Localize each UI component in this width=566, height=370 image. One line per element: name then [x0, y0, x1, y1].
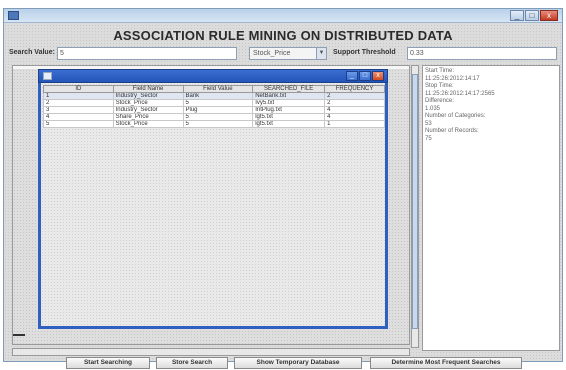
table-cell: 4 [43, 113, 114, 121]
log-panel: Start Time: 11:25:26:2012:14:17 Stop Tim… [422, 65, 560, 351]
table-row[interactable]: 4 Share_Price 5 lgt5.txt 4 [43, 113, 385, 121]
table-cell: Ivy5.txt [252, 99, 326, 107]
table-cell: 5 [182, 99, 254, 107]
table-cell: 5 [182, 120, 254, 128]
log-line: Stop Time: [425, 83, 454, 89]
maximize-button[interactable]: □ [525, 10, 539, 21]
app-icon [8, 11, 19, 20]
table-cell: lgt5.txt [252, 120, 326, 128]
table-cell: lgt5.txt [252, 113, 326, 121]
log-line: Number of Categories: [425, 113, 486, 119]
search-toolbar: Search Value: 5 Stock_Price ▼ Support Th… [7, 47, 559, 61]
log-line: 53 [425, 120, 432, 127]
dialog-title-bar: _ □ x [38, 69, 388, 83]
log-line: 75 [425, 135, 432, 142]
results-table: ID Field Name Field Value SEARCHED_FILE … [43, 85, 385, 128]
dialog-close-button[interactable]: x [372, 71, 384, 81]
table-cell: 5 [182, 113, 254, 121]
chevron-down-icon[interactable]: ▼ [316, 48, 326, 59]
start-searching-button[interactable]: Start Searching [66, 357, 150, 369]
determine-most-frequent-searches-button[interactable]: Determine Most Frequent Searches [370, 357, 522, 369]
table-cell: 1 [324, 120, 385, 128]
log-line: Difference: [425, 98, 454, 104]
search-label: Search Value: [9, 49, 55, 56]
column-header-field-name[interactable]: Field Name [112, 85, 184, 93]
search-input[interactable]: 5 [57, 47, 237, 60]
close-button[interactable]: x [540, 10, 558, 21]
vertical-scrollbar[interactable] [411, 65, 419, 348]
table-cell: Share_Price [112, 113, 184, 121]
store-search-button[interactable]: Store Search [156, 357, 228, 369]
field-select-value: Stock_Price [253, 50, 291, 57]
log-line: Start Time: [425, 68, 455, 74]
table-cell: Plug [182, 106, 254, 114]
table-cell: 2 [324, 92, 385, 100]
table-cell: 2 [324, 99, 385, 107]
table-row[interactable]: 3 Industry_Sector Plug IntPlug.txt 4 [43, 106, 385, 114]
field-select[interactable]: Stock_Price ▼ [249, 47, 327, 60]
app-title: ASSOCIATION RULE MINING ON DISTRIBUTED D… [113, 28, 453, 43]
table-cell: 5 [43, 120, 114, 128]
log-line: 1.035 [425, 105, 441, 112]
table-cell: Industry_Sector [112, 92, 184, 100]
column-header-frequency[interactable]: FREQUENCY [324, 85, 385, 93]
column-header-id[interactable]: ID [43, 85, 114, 93]
show-temporary-database-button[interactable]: Show Temporary Database [234, 357, 362, 369]
horizontal-scrollbar[interactable] [12, 348, 410, 356]
support-label: Support Threshold [333, 49, 396, 56]
column-header-field-value[interactable]: Field Value [182, 85, 254, 93]
table-cell: 3 [43, 106, 114, 114]
dialog-app-icon [43, 72, 52, 80]
table-row[interactable]: 1 Industry_Sector Bank NetBank.txt 2 [43, 92, 385, 100]
results-dialog: _ □ x ID Field Name Field Value SEARCHED… [38, 69, 388, 329]
table-cell: 4 [324, 106, 385, 114]
table-cell: 1 [43, 92, 114, 100]
table-cell: 4 [324, 113, 385, 121]
table-row[interactable]: 5 Stock_Price 5 lgt5.txt 1 [43, 120, 385, 128]
table-cell: IntPlug.txt [252, 106, 326, 114]
log-line: 11:25:26:2012:14:17 [425, 75, 480, 82]
support-threshold-input[interactable]: 0.33 [407, 47, 557, 60]
table-cell: Industry_Sector [112, 106, 184, 114]
log-line: 11:25:26:2012:14:17:2565 [425, 90, 495, 97]
table-cell: NetBank.txt [252, 92, 326, 100]
action-bar: Start Searching Store Search Show Tempor… [4, 356, 562, 370]
table-row[interactable]: 2 Stock_Price 5 Ivy5.txt 2 [43, 99, 385, 107]
table-cell: Bank [182, 92, 254, 100]
minimize-button[interactable]: _ [510, 10, 524, 21]
main-window: _ □ x ASSOCIATION RULE MINING ON DISTRIB… [3, 8, 563, 369]
title-bar: _ □ x [4, 9, 562, 23]
dialog-maximize-button[interactable]: □ [359, 71, 371, 81]
table-cell: 2 [43, 99, 114, 107]
scroll-thumb[interactable] [412, 74, 418, 329]
column-header-searched-file[interactable]: SEARCHED_FILE [252, 85, 326, 93]
table-cell: Stock_Price [112, 120, 184, 128]
table-cell: Stock_Price [112, 99, 184, 107]
dialog-minimize-button[interactable]: _ [346, 71, 358, 81]
log-line: Number of Records: [425, 128, 479, 134]
